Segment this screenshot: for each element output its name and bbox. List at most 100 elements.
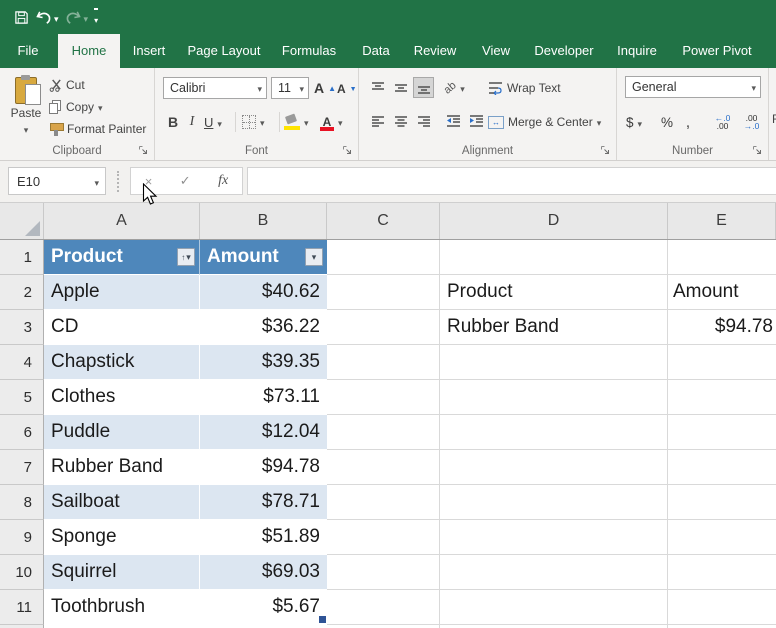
row-header-8[interactable]: 8 <box>0 485 44 520</box>
cut-button[interactable]: Cut <box>48 76 86 94</box>
fill-color-dropdown-icon[interactable] <box>304 115 309 129</box>
cell-d5[interactable] <box>440 380 668 415</box>
borders-dropdown-icon[interactable] <box>260 115 265 129</box>
row-header-10[interactable]: 10 <box>0 555 44 590</box>
select-all-button[interactable] <box>0 203 44 239</box>
cell-c10[interactable] <box>327 555 440 590</box>
increase-indent-button[interactable] <box>466 110 487 131</box>
cell-a10[interactable]: Squirrel <box>44 555 200 590</box>
cell-e9[interactable] <box>668 520 776 555</box>
cell-e4[interactable] <box>668 345 776 380</box>
name-box-dropdown-icon[interactable] <box>94 174 99 189</box>
cell-c1[interactable] <box>327 240 440 275</box>
tab-home[interactable]: Home <box>58 34 120 68</box>
tab-page-layout[interactable]: Page Layout <box>184 34 264 68</box>
cell-a6[interactable]: Puddle <box>44 415 200 450</box>
align-bottom-button[interactable] <box>413 77 434 98</box>
cell-b2[interactable]: $40.62 <box>200 275 327 310</box>
redo-button[interactable] <box>65 5 89 29</box>
decrease-indent-button[interactable] <box>443 110 464 131</box>
bold-button[interactable]: B <box>163 110 183 134</box>
product-filter-button[interactable] <box>177 248 195 266</box>
tab-developer[interactable]: Developer <box>530 34 598 68</box>
cell-a5[interactable]: Clothes <box>44 380 200 415</box>
number-dialog-launcher[interactable] <box>752 145 763 156</box>
cell-a2[interactable]: Apple <box>44 275 200 310</box>
row-header-11[interactable]: 11 <box>0 590 44 625</box>
cell-b11[interactable]: $5.67 <box>200 590 327 625</box>
row-header-9[interactable]: 9 <box>0 520 44 555</box>
row-header-2[interactable]: 2 <box>0 275 44 310</box>
cell-d3[interactable]: Rubber Band <box>440 310 668 345</box>
italic-button[interactable]: I <box>183 110 201 134</box>
align-left-button[interactable] <box>367 110 388 131</box>
qat-customize-button[interactable] <box>94 5 99 29</box>
wrap-text-button[interactable]: Wrap Text <box>487 77 562 99</box>
increase-font-size-button[interactable]: A ▲ <box>313 77 337 99</box>
cell-a9[interactable]: Sponge <box>44 520 200 555</box>
decrease-font-size-button[interactable]: A ▼ <box>336 79 358 99</box>
cell-d1[interactable] <box>440 240 668 275</box>
orientation-dropdown-icon[interactable] <box>460 81 465 95</box>
cell-b4[interactable]: $39.35 <box>200 345 327 380</box>
formula-bar-handle[interactable] <box>117 171 119 192</box>
cell-c4[interactable] <box>327 345 440 380</box>
font-dialog-launcher[interactable] <box>342 145 353 156</box>
cell-a4[interactable]: Chapstick <box>44 345 200 380</box>
clipboard-dialog-launcher[interactable] <box>138 145 149 156</box>
cell-b10[interactable]: $69.03 <box>200 555 327 590</box>
cell-d6[interactable] <box>440 415 668 450</box>
row-header-7[interactable]: 7 <box>0 450 44 485</box>
table-resize-handle[interactable] <box>319 616 326 623</box>
cell-e2[interactable]: Amount <box>668 275 776 310</box>
cell-c7[interactable] <box>327 450 440 485</box>
cell-b8[interactable]: $78.71 <box>200 485 327 520</box>
tab-insert[interactable]: Insert <box>126 34 172 68</box>
undo-dropdown-icon[interactable] <box>54 10 59 25</box>
cell-e7[interactable] <box>668 450 776 485</box>
cell-e10[interactable] <box>668 555 776 590</box>
merge-center-dropdown-icon[interactable] <box>597 115 602 129</box>
cell-e8[interactable] <box>668 485 776 520</box>
cell-d9[interactable] <box>440 520 668 555</box>
enter-button[interactable]: ✓ <box>180 173 191 189</box>
underline-dropdown-icon[interactable] <box>217 115 222 130</box>
align-right-button[interactable] <box>413 110 434 131</box>
cell-b6[interactable]: $12.04 <box>200 415 327 450</box>
cell-e3[interactable]: $94.78 <box>668 310 776 345</box>
cell-c8[interactable] <box>327 485 440 520</box>
cell-c11[interactable] <box>327 590 440 625</box>
cell-a1[interactable]: Product <box>44 240 200 275</box>
column-header-d[interactable]: D <box>440 203 668 239</box>
cell-b5[interactable]: $73.11 <box>200 380 327 415</box>
row-header-5[interactable]: 5 <box>0 380 44 415</box>
cell-e5[interactable] <box>668 380 776 415</box>
orientation-button[interactable]: ab <box>442 77 466 99</box>
insert-function-button[interactable]: fx <box>218 173 228 189</box>
merge-center-button[interactable]: ↔ Merge & Center <box>487 110 602 134</box>
alignment-dialog-launcher[interactable] <box>600 145 611 156</box>
font-name-select[interactable]: Calibri <box>163 77 267 99</box>
font-color-dropdown-icon[interactable] <box>338 115 343 129</box>
number-format-select[interactable]: General <box>625 76 761 98</box>
paste-dropdown-icon[interactable] <box>24 122 29 136</box>
cell-d2[interactable]: Product <box>440 275 668 310</box>
cancel-button[interactable]: × <box>145 174 153 189</box>
cell-c9[interactable] <box>327 520 440 555</box>
cell-a3[interactable]: CD <box>44 310 200 345</box>
borders-button[interactable] <box>241 110 275 134</box>
format-painter-button[interactable]: Format Painter <box>48 120 147 138</box>
tab-view[interactable]: View <box>474 34 518 68</box>
increase-decimal-button[interactable]: ←.0 .00 <box>709 110 736 134</box>
align-top-button[interactable] <box>367 77 388 98</box>
cell-a8[interactable]: Sailboat <box>44 485 200 520</box>
cell-d10[interactable] <box>440 555 668 590</box>
cell-b9[interactable]: $51.89 <box>200 520 327 555</box>
copy-dropdown-icon[interactable] <box>98 100 103 114</box>
cell-d11[interactable] <box>440 590 668 625</box>
cell-d7[interactable] <box>440 450 668 485</box>
font-color-button[interactable]: A <box>319 110 351 134</box>
currency-dropdown-icon[interactable] <box>638 115 643 130</box>
amount-filter-button[interactable] <box>305 248 323 266</box>
name-box[interactable]: E10 <box>8 167 106 195</box>
